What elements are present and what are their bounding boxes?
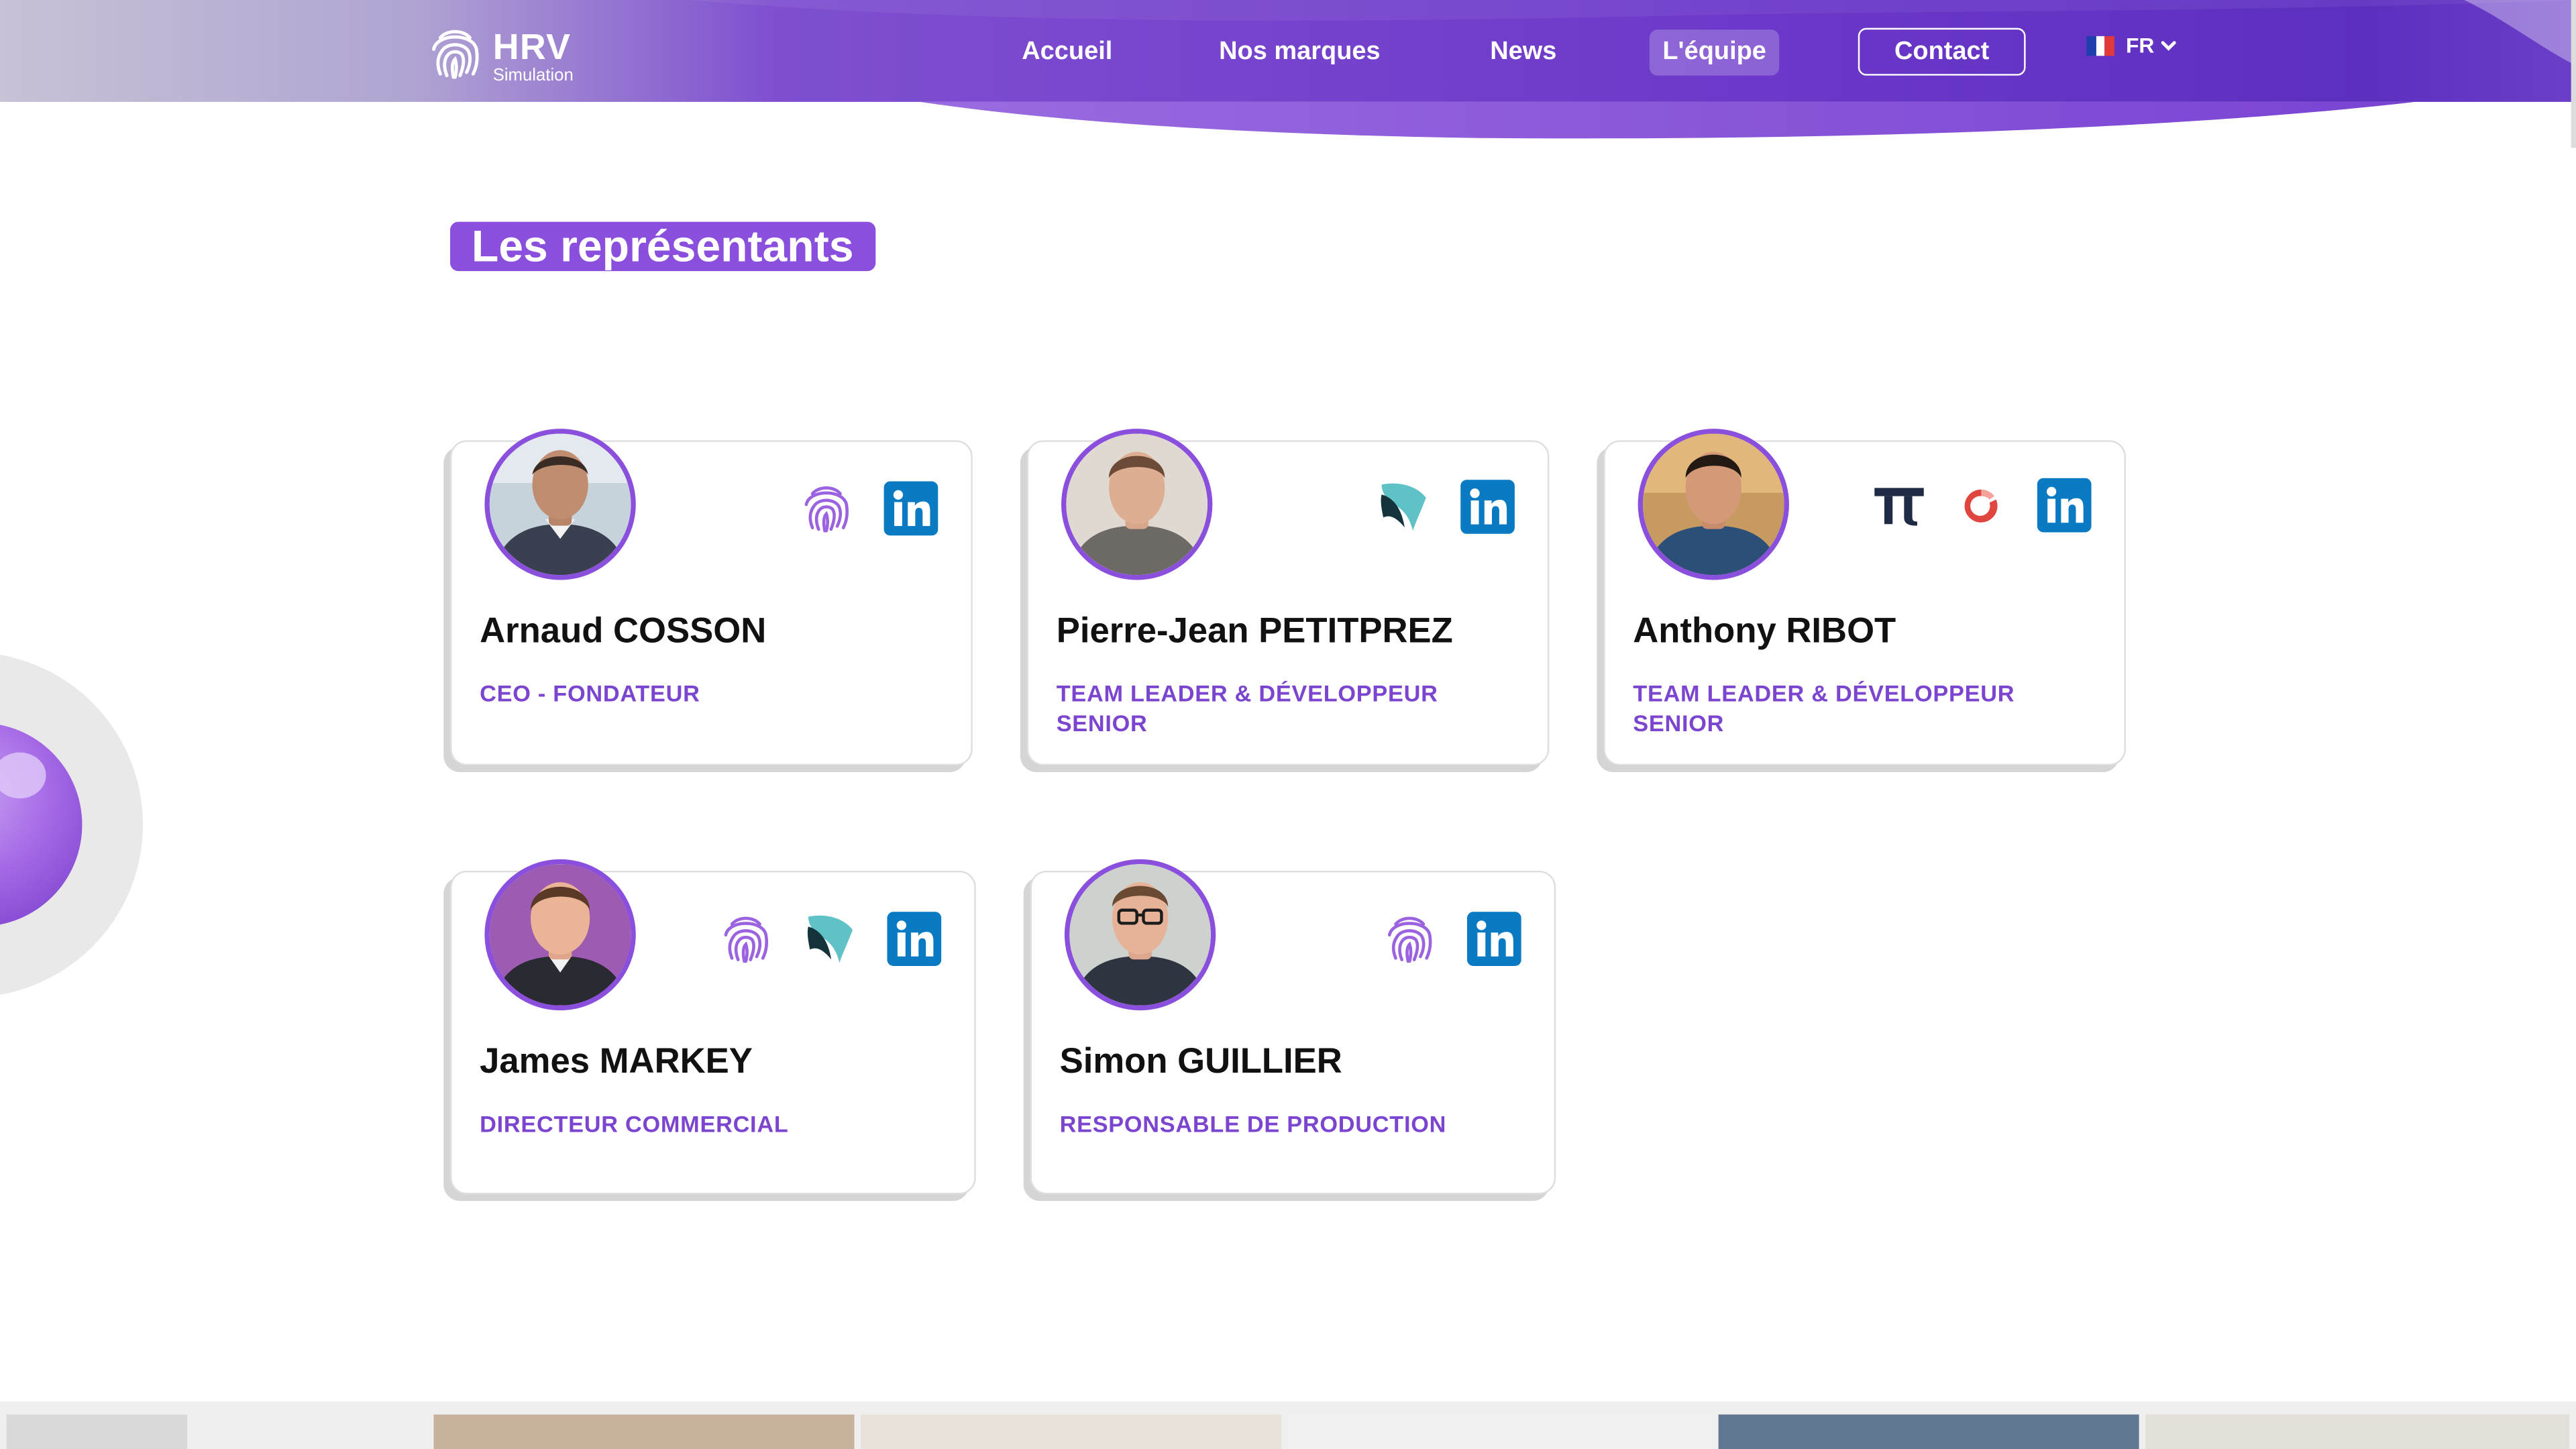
team-card: Arnaud COSSON CEO - FONDATEUR [450, 429, 973, 766]
avatar [1061, 429, 1213, 580]
swirl-logo-icon[interactable] [1957, 480, 2006, 529]
nav-item-team[interactable]: L'équipe [1649, 30, 1780, 76]
france-flag-icon [2086, 35, 2114, 56]
card-brand-icons [1346, 478, 1515, 534]
member-name: Simon GUILLIER [1059, 1041, 1342, 1081]
member-role: CEO - FONDATEUR [480, 680, 700, 707]
member-name: Anthony RIBOT [1633, 611, 1896, 651]
linkedin-icon[interactable] [1466, 910, 1521, 965]
gallery-photo[interactable] [861, 1414, 1282, 1449]
fingerprint-icon[interactable] [1383, 908, 1436, 967]
card-brand-icons [1841, 478, 2092, 533]
nav-item-news[interactable]: News [1490, 30, 1556, 76]
linkedin-icon[interactable] [2037, 478, 2092, 533]
linkedin-icon[interactable] [883, 480, 938, 535]
site-header: HRV Simulation Accueil Nos marques News … [0, 0, 2576, 148]
photo-gallery-strip [0, 1401, 2576, 1449]
avatar [1638, 429, 1789, 580]
language-code: FR [2125, 32, 2155, 58]
pi-logo-icon[interactable] [1873, 482, 1925, 529]
nav-item-brands[interactable]: Nos marques [1219, 30, 1380, 76]
linkedin-icon[interactable] [887, 910, 942, 965]
contact-button[interactable]: Contact [1858, 28, 2026, 76]
gallery-photo[interactable] [1718, 1414, 2139, 1449]
site-logo[interactable]: HRV Simulation [427, 23, 574, 90]
nav-item-home[interactable]: Accueil [1022, 30, 1112, 76]
team-card: Pierre-Jean PETITPREZ TEAM LEADER & DÉVE… [1026, 429, 1550, 766]
member-name: Arnaud COSSON [480, 611, 767, 651]
avatar [484, 859, 636, 1011]
card-brand-icons [769, 478, 938, 537]
member-role: RESPONSABLE DE PRODUCTION [1059, 1110, 1447, 1137]
card-brand-icons [1352, 908, 1521, 967]
fingerprint-icon [427, 23, 483, 90]
decorative-bubble [0, 651, 148, 1007]
team-card: James MARKEY DIRECTEUR COMMERCIAL [450, 859, 976, 1195]
member-name: Pierre-Jean PETITPREZ [1056, 611, 1453, 651]
shield-logo-icon[interactable] [1377, 478, 1429, 534]
gallery-photo[interactable] [6, 1414, 188, 1449]
avatar [1064, 859, 1216, 1011]
language-selector[interactable]: FR [2086, 33, 2178, 58]
member-role: DIRECTEUR COMMERCIAL [480, 1110, 789, 1137]
fingerprint-icon[interactable] [800, 478, 853, 537]
shield-logo-icon[interactable] [804, 910, 856, 966]
linkedin-icon[interactable] [1460, 478, 1515, 533]
team-card: Simon GUILLIER RESPONSABLE DE PRODUCTION [1030, 859, 1556, 1195]
chevron-down-icon [2161, 39, 2177, 52]
team-card: Anthony RIBOT TEAM LEADER & DÉVELOPPEUR … [1603, 429, 2126, 766]
member-role: TEAM LEADER & DÉVELOPPEUR SENIOR [1633, 680, 2015, 737]
logo-subtitle: Simulation [492, 65, 574, 85]
gallery-photo[interactable] [1288, 1414, 1712, 1449]
gallery-photo[interactable] [433, 1414, 855, 1449]
card-brand-icons [688, 908, 942, 967]
member-role: TEAM LEADER & DÉVELOPPEUR SENIOR [1056, 680, 1438, 737]
fingerprint-icon[interactable] [720, 908, 772, 967]
avatar [484, 429, 636, 580]
member-name: James MARKEY [480, 1041, 753, 1081]
logo-title: HRV [492, 25, 572, 67]
gallery-photo[interactable] [2145, 1414, 2570, 1449]
section-title: Les représentants [450, 221, 875, 272]
